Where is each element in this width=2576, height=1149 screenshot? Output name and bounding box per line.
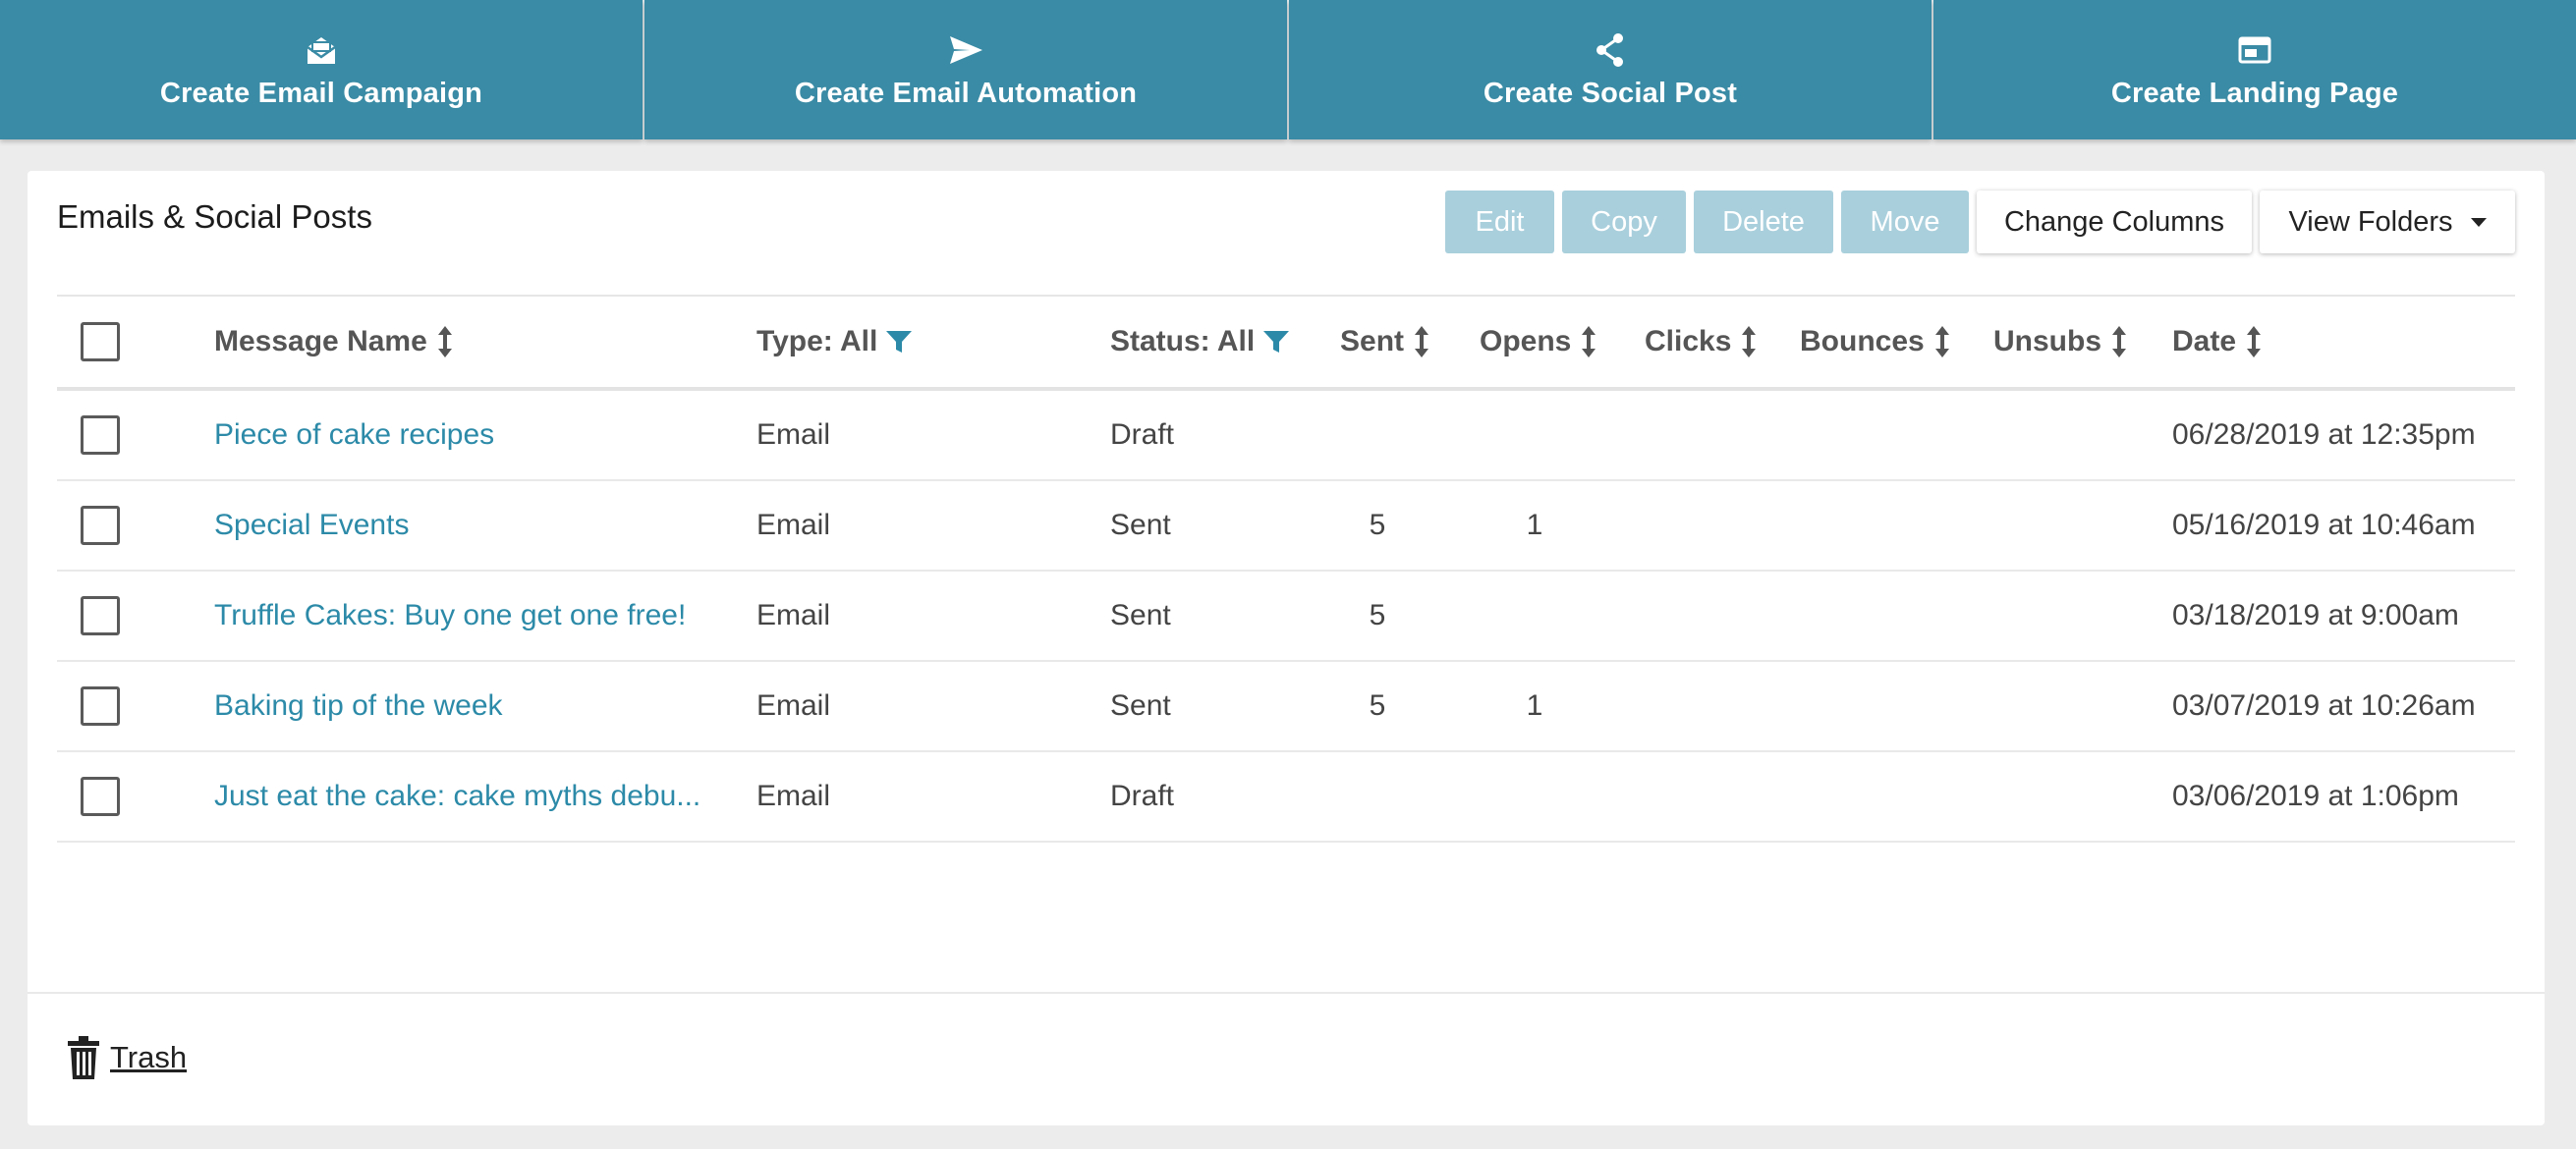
copy-button[interactable]: Copy: [1562, 191, 1686, 253]
message-date: 03/18/2019 at 9:00am: [2172, 599, 2459, 631]
message-date: 06/28/2019 at 12:35pm: [2172, 418, 2476, 451]
message-name-link[interactable]: Piece of cake recipes: [214, 391, 494, 479]
message-sent-count: [1340, 391, 1415, 479]
sort-icon: [437, 326, 452, 357]
message-date: 03/07/2019 at 10:26am: [2172, 689, 2476, 722]
message-name-link[interactable]: Truffle Cakes: Buy one get one free!: [214, 572, 686, 660]
sort-icon: [1742, 326, 1757, 357]
message-opens-count: [1480, 391, 1590, 479]
sort-icon: [1415, 326, 1429, 357]
messages-card: Emails & Social Posts Edit Copy Delete M…: [28, 171, 2545, 1125]
message-type: Email: [756, 780, 831, 812]
column-header-date[interactable]: Date: [2172, 297, 2262, 387]
browser-window-icon: [2238, 36, 2271, 63]
message-sent-count: 5: [1369, 509, 1386, 541]
message-date: 05/16/2019 at 10:46am: [2172, 509, 2476, 541]
message-type: Email: [756, 689, 831, 722]
sort-icon: [2112, 326, 2127, 357]
row-checkbox[interactable]: [81, 777, 120, 816]
change-columns-button[interactable]: Change Columns: [1977, 191, 2252, 253]
message-opens-count: [1480, 572, 1590, 660]
column-header-message-name[interactable]: Message Name: [214, 297, 453, 387]
table-toolbar: Edit Copy Delete Move Change Columns Vie…: [1445, 191, 2515, 253]
column-header-label: Unsubs: [1993, 325, 2102, 357]
column-header-label: Date: [2172, 325, 2237, 357]
create-social-post-button[interactable]: Create Social Post: [1289, 0, 1932, 139]
top-action-bar: Create Email Campaign Create Email Autom…: [0, 0, 2576, 139]
message-opens-count: 1: [1526, 689, 1543, 722]
sort-icon: [2247, 326, 2262, 357]
share-icon: [1596, 32, 1623, 67]
row-checkbox[interactable]: [81, 415, 120, 455]
column-header-label: Opens: [1480, 325, 1572, 357]
column-header-clicks[interactable]: Clicks: [1645, 297, 1757, 387]
trash-label: Trash: [110, 1040, 188, 1074]
table-row: Truffle Cakes: Buy one get one free! Ema…: [57, 572, 2515, 662]
column-header-type[interactable]: Type: All: [756, 297, 913, 387]
message-name-link[interactable]: Special Events: [214, 481, 409, 570]
message-date: 03/06/2019 at 1:06pm: [2172, 780, 2459, 812]
table-row: Baking tip of the week Email Sent 5 1 03…: [57, 662, 2515, 752]
create-email-campaign-label: Create Email Campaign: [159, 77, 483, 109]
page-title: Emails & Social Posts: [57, 198, 372, 235]
filter-icon: [1263, 331, 1290, 353]
column-header-label: Clicks: [1645, 325, 1732, 357]
column-header-status[interactable]: Status: All: [1110, 297, 1290, 387]
column-header-label: Sent: [1340, 325, 1405, 357]
envelope-open-icon: [307, 36, 336, 64]
table-row: Piece of cake recipes Email Draft 06/28/…: [57, 391, 2515, 481]
sort-icon: [1582, 326, 1596, 357]
message-sent-count: [1340, 752, 1415, 841]
column-header-label: Bounces: [1800, 325, 1925, 357]
row-checkbox[interactable]: [81, 506, 120, 545]
message-status: Sent: [1110, 509, 1171, 541]
row-checkbox[interactable]: [81, 686, 120, 726]
column-header-bounces[interactable]: Bounces: [1800, 297, 1950, 387]
delete-button[interactable]: Delete: [1694, 191, 1833, 253]
message-status: Sent: [1110, 689, 1171, 722]
message-name-link[interactable]: Just eat the cake: cake myths debu...: [214, 752, 700, 841]
message-opens-count: [1480, 752, 1590, 841]
message-status: Draft: [1110, 780, 1175, 812]
message-name-link[interactable]: Baking tip of the week: [214, 662, 503, 750]
table-row: Just eat the cake: cake myths debu... Em…: [57, 752, 2515, 843]
create-email-automation-button[interactable]: Create Email Automation: [644, 0, 1287, 139]
select-all-checkbox[interactable]: [81, 322, 120, 361]
column-header-label: Type: All: [756, 325, 878, 357]
column-header-unsubs[interactable]: Unsubs: [1993, 297, 2127, 387]
message-status: Sent: [1110, 599, 1171, 631]
message-type: Email: [756, 599, 831, 631]
trash-icon: [68, 1036, 99, 1079]
column-header-opens[interactable]: Opens: [1480, 297, 1596, 387]
column-header-sent[interactable]: Sent: [1340, 297, 1429, 387]
column-header-label: Status: All: [1110, 325, 1256, 357]
create-landing-page-label: Create Landing Page: [2110, 77, 2399, 109]
create-email-automation-label: Create Email Automation: [794, 77, 1138, 109]
column-header-label: Message Name: [214, 325, 427, 357]
message-type: Email: [756, 418, 831, 451]
table-header-row: Message Name Type: All Status: All Sent …: [57, 297, 2515, 391]
trash-link[interactable]: Trash: [67, 1035, 187, 1080]
message-sent-count: 5: [1369, 599, 1386, 631]
card-footer: Trash: [28, 992, 2545, 1125]
move-button[interactable]: Move: [1841, 191, 1969, 253]
filter-icon: [886, 331, 913, 353]
create-landing-page-button[interactable]: Create Landing Page: [1933, 0, 2576, 139]
create-email-campaign-button[interactable]: Create Email Campaign: [0, 0, 643, 139]
view-folders-label: View Folders: [2288, 205, 2453, 238]
message-opens-count: 1: [1526, 509, 1543, 541]
message-type: Email: [756, 509, 831, 541]
edit-button[interactable]: Edit: [1445, 191, 1554, 253]
caret-down-icon: [2470, 217, 2487, 227]
table-row: Special Events Email Sent 5 1 05/16/2019…: [57, 481, 2515, 572]
message-sent-count: 5: [1369, 689, 1386, 722]
create-social-post-label: Create Social Post: [1483, 77, 1738, 109]
messages-table: Message Name Type: All Status: All Sent …: [57, 295, 2515, 843]
row-checkbox[interactable]: [81, 596, 120, 635]
view-folders-button[interactable]: View Folders: [2260, 191, 2515, 253]
message-status: Draft: [1110, 418, 1175, 451]
paper-plane-icon: [950, 35, 982, 64]
sort-icon: [1934, 326, 1949, 357]
